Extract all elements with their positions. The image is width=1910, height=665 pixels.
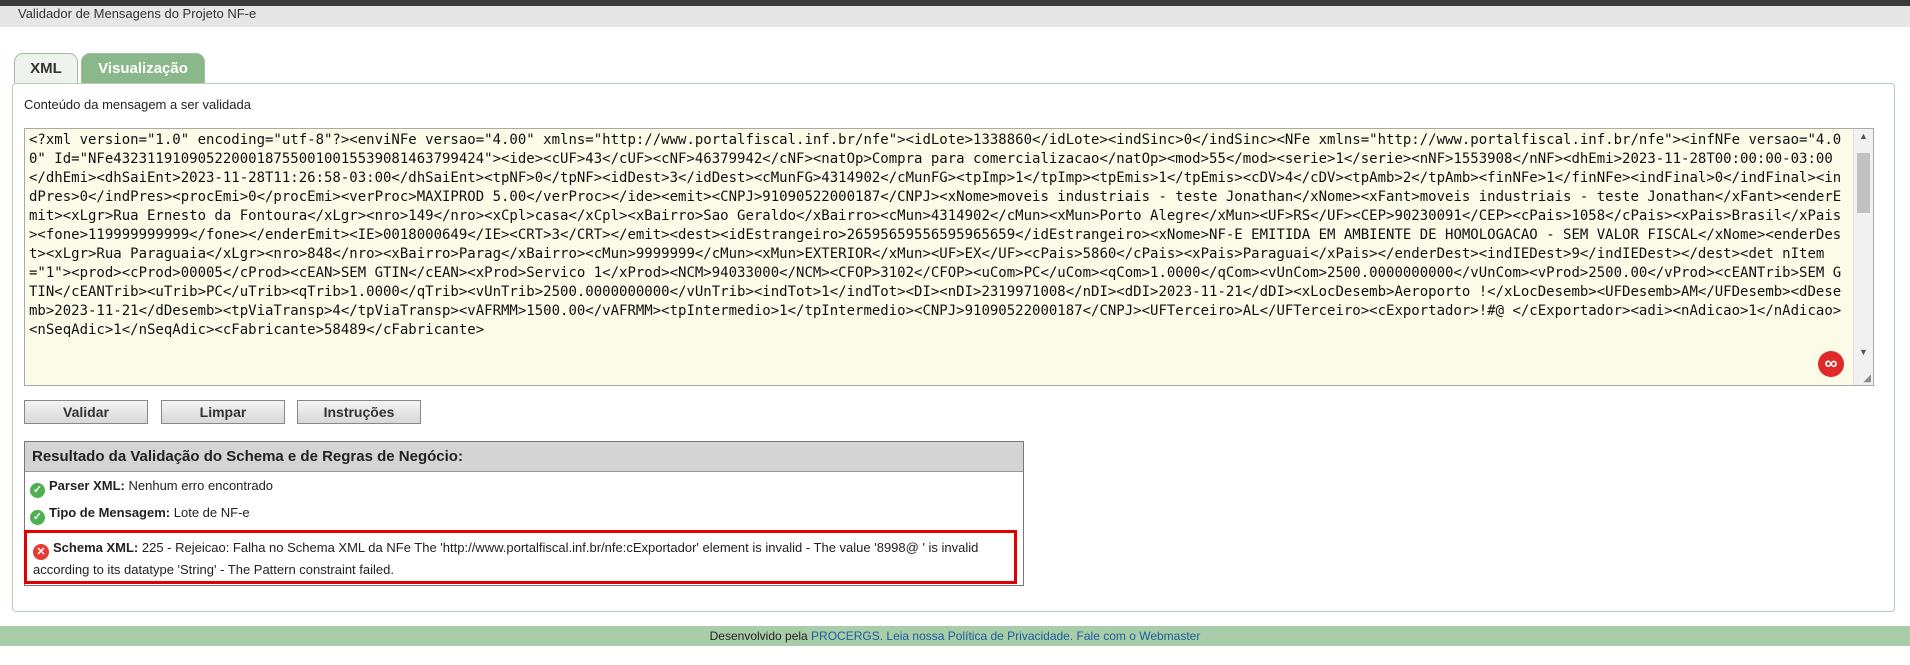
result-row-schema: ✕ Schema XML: 225 - Rejeicao: Falha no Sc…: [33, 538, 1008, 580]
privacy-link[interactable]: Leia nossa Política de Privacidade.: [886, 629, 1073, 643]
validar-button[interactable]: Validar: [24, 400, 148, 424]
result-row-tipo: ✓ Tipo de Mensagem: Lote de NF-e: [30, 505, 250, 525]
result-label: Parser XML:: [49, 478, 125, 493]
tab-visualizacao[interactable]: Visualização: [81, 53, 205, 84]
result-row-parser: ✓ Parser XML: Nenhum erro encontrado: [30, 478, 273, 498]
error-x-icon: ✕: [33, 544, 49, 560]
instrucoes-button[interactable]: Instruções: [297, 400, 421, 424]
result-value: 225 - Rejeicao: Falha no Schema XML da N…: [33, 540, 979, 577]
schema-error-box: ✕ Schema XML: 225 - Rejeicao: Falha no Sc…: [24, 530, 1017, 584]
scroll-down-arrow-icon[interactable]: ▼: [1859, 347, 1868, 357]
scrollbar-thumb[interactable]: [1857, 153, 1870, 213]
procergs-link[interactable]: PROCERGS.: [811, 629, 883, 643]
footer-prefix: Desenvolvido pela: [709, 629, 808, 643]
xml-content[interactable]: <?xml version="1.0" encoding="utf-8"?><e…: [29, 131, 1849, 340]
webmaster-link[interactable]: Fale com o Webmaster: [1077, 629, 1201, 643]
xml-textarea[interactable]: <?xml version="1.0" encoding="utf-8"?><e…: [24, 128, 1874, 386]
resize-grip-icon[interactable]: ◢: [1863, 373, 1871, 384]
result-label: Tipo de Mensagem:: [49, 505, 171, 520]
textarea-scrollbar[interactable]: ▲ ▼: [1853, 129, 1873, 385]
result-label: Schema XML:: [53, 540, 139, 555]
result-value: Lote de NF-e: [173, 505, 250, 520]
limpar-button[interactable]: Limpar: [161, 400, 285, 424]
result-title: Resultado da Validação do Schema e de Re…: [25, 442, 1023, 472]
check-icon: ✓: [30, 483, 45, 498]
content-label: Conteúdo da mensagem a ser validada: [24, 97, 251, 112]
scroll-up-arrow-icon[interactable]: ▲: [1859, 131, 1868, 141]
infinity-badge-icon[interactable]: ∞: [1818, 351, 1844, 377]
tab-xml[interactable]: XML: [14, 53, 78, 84]
result-value: Nenhum erro encontrado: [128, 478, 274, 493]
footer: Desenvolvido pela PROCERGS. Leia nossa P…: [0, 626, 1910, 646]
check-icon: ✓: [30, 510, 45, 525]
window-title: Validador de Mensagens do Projeto NF-e: [0, 6, 1910, 27]
